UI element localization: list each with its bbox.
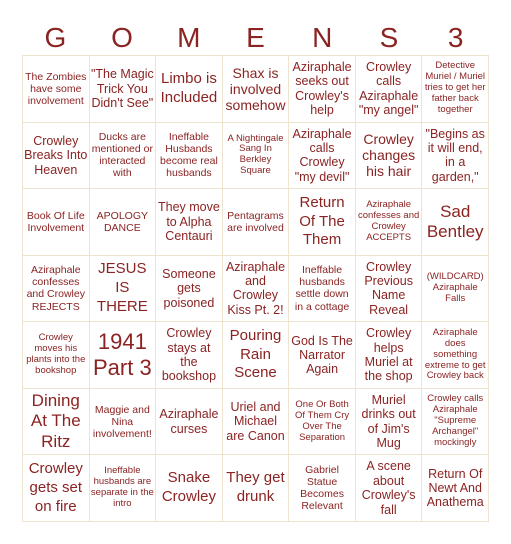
- bingo-cell[interactable]: Dining At The Ritz: [23, 388, 90, 456]
- bingo-cell[interactable]: The Zombies have some involvement: [23, 56, 90, 123]
- bingo-cell[interactable]: Aziraphale calls Crowley "my devil": [289, 122, 356, 190]
- bingo-cell[interactable]: Ineffable husbands settle down in a cott…: [289, 255, 356, 323]
- bingo-cell[interactable]: Aziraphale curses: [156, 388, 223, 456]
- bingo-cell[interactable]: Book Of Life Involvement: [23, 189, 90, 256]
- header-letter: S: [379, 22, 399, 53]
- bingo-cell[interactable]: Muriel drinks out of Jim's Mug: [355, 388, 423, 456]
- bingo-cell[interactable]: Crowley moves his plants into the booksh…: [23, 322, 90, 389]
- bingo-cell[interactable]: Shax is involved somehow: [222, 56, 290, 123]
- bingo-card: The Zombies have some involvement "The M…: [22, 55, 489, 522]
- bingo-cell[interactable]: Crowley calls Aziraphale "Supreme Archan…: [422, 388, 489, 456]
- bingo-cell[interactable]: (WILDCARD) Aziraphale Falls: [422, 255, 489, 323]
- bingo-cell[interactable]: Aziraphale does something extreme to get…: [422, 322, 489, 389]
- bingo-cell[interactable]: A scene about Crowley's fall: [355, 455, 423, 522]
- bingo-cell[interactable]: Maggie and Nina involvement!: [89, 388, 157, 456]
- bingo-cell[interactable]: They move to Alpha Centauri: [156, 189, 223, 256]
- bingo-cell[interactable]: Snake Crowley: [156, 455, 223, 522]
- bingo-cell[interactable]: Detective Muriel / Muriel tries to get h…: [422, 56, 489, 123]
- header-letter: G: [44, 22, 67, 53]
- bingo-cell[interactable]: APOLOGY DANCE: [89, 189, 157, 256]
- bingo-cell[interactable]: Crowley stays at the bookshop: [156, 322, 223, 389]
- bingo-cell[interactable]: God Is The Narrator Again: [289, 322, 356, 389]
- header-letter: M: [177, 22, 201, 53]
- bingo-cell[interactable]: Pouring Rain Scene: [222, 322, 290, 389]
- bingo-cell[interactable]: Aziraphale and Crowley Kiss Pt. 2!: [222, 255, 290, 323]
- bingo-cell[interactable]: Crowley calls Aziraphale "my angel": [355, 56, 423, 123]
- header-letter: N: [312, 22, 333, 53]
- bingo-cell[interactable]: Crowley gets set on fire: [23, 455, 90, 522]
- header-letter: E: [246, 22, 265, 53]
- bingo-cell[interactable]: "Begins as it will end, in a garden,": [422, 122, 489, 190]
- bingo-cell[interactable]: A Nightingale Sang In Berkley Square: [222, 122, 290, 190]
- bingo-cell[interactable]: Ineffable husbands are separate in the i…: [89, 455, 157, 522]
- header-letter: 3: [447, 22, 464, 53]
- bingo-cell[interactable]: They get drunk: [222, 455, 290, 522]
- bingo-cell[interactable]: Uriel and Michael are Canon: [222, 388, 290, 456]
- header-letter: O: [111, 22, 133, 53]
- bingo-cell[interactable]: "The Magic Trick You Didn't See": [89, 56, 157, 123]
- bingo-cell[interactable]: Someone gets poisoned: [156, 255, 223, 323]
- bingo-cell[interactable]: Crowley Breaks Into Heaven: [23, 122, 90, 190]
- bingo-cell[interactable]: Pentagrams are involved: [222, 189, 290, 256]
- bingo-cell[interactable]: Sad Bentley: [422, 189, 489, 256]
- bingo-cell[interactable]: JESUS IS THERE: [89, 255, 157, 323]
- bingo-cell[interactable]: One Or Both Of Them Cry Over The Separat…: [289, 388, 356, 456]
- bingo-cell[interactable]: Aziraphale confesses and Crowley REJECTS: [23, 255, 90, 323]
- bingo-cell[interactable]: Limbo is Included: [156, 56, 223, 123]
- bingo-cell[interactable]: Ducks are mentioned or interacted with: [89, 122, 157, 190]
- bingo-cell[interactable]: 1941 Part 3: [89, 322, 157, 389]
- bingo-cell[interactable]: Return Of Newt And Anathema: [422, 455, 489, 522]
- bingo-cell[interactable]: Crowley changes his hair: [355, 122, 423, 190]
- bingo-cell[interactable]: Gabriel Statue Becomes Relevant: [289, 455, 356, 522]
- bingo-cell[interactable]: Crowley helps Muriel at the shop: [355, 322, 423, 389]
- bingo-cell[interactable]: Ineffable Husbands become real husbands: [156, 122, 223, 190]
- bingo-header: G O M E N S 3: [22, 20, 489, 56]
- bingo-cell[interactable]: Aziraphale confesses and Crowley ACCEPTS: [355, 189, 423, 256]
- bingo-cell[interactable]: Crowley Previous Name Reveal: [355, 255, 423, 323]
- bingo-cell[interactable]: Return Of The Them: [289, 189, 356, 256]
- bingo-cell[interactable]: Aziraphale seeks out Crowley's help: [289, 56, 356, 123]
